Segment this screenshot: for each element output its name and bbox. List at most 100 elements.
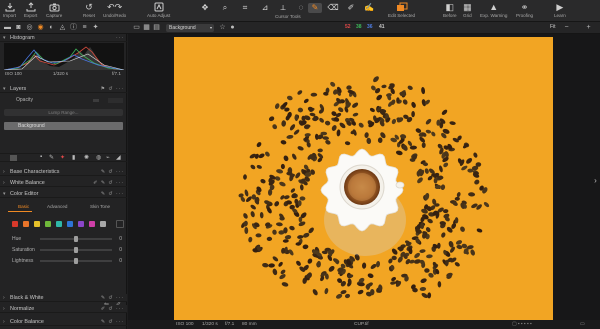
viewer-toolbar: ▬ ◙ ◎ ◉ ◐ ◬ ⓘ ≡ ✦ ▭ ▦ ▤ Background ▾ ☆ ●…	[0, 22, 600, 34]
layer-thumbnail-icon[interactable]	[10, 155, 17, 161]
base-characteristics-header[interactable]: › Base Characteristics ✎ ↺ ···	[0, 168, 127, 176]
tab-basic[interactable]: Basic	[18, 204, 29, 210]
annotate-tool[interactable]: ✍	[362, 3, 376, 13]
color-tag-icon[interactable]: ●	[228, 23, 237, 32]
import-label: Import	[3, 13, 17, 18]
coffee-bean	[244, 227, 249, 234]
coffee-bean	[339, 122, 346, 129]
color-swatch[interactable]	[78, 221, 84, 227]
spot-tool[interactable]: ◌	[294, 3, 308, 13]
filmstrip-icon[interactable]: ▭	[580, 320, 585, 329]
more-icon[interactable]: ···	[116, 34, 124, 42]
straighten-tool[interactable]: ⊿	[258, 3, 272, 13]
color-swatch[interactable]	[34, 221, 40, 227]
section-actions-icon[interactable]: ✎ ↺ ···	[101, 294, 124, 302]
folder-icon[interactable]: ▬	[3, 23, 12, 32]
styles-icon[interactable]: ✦	[91, 23, 100, 32]
coffee-bean	[283, 195, 290, 200]
slider-knob[interactable]	[74, 247, 78, 253]
variant-select[interactable]: Background ▾	[166, 23, 214, 32]
camera-icon[interactable]: ◙	[14, 23, 23, 32]
proofing-button[interactable]: ⚭ Proofing	[516, 1, 533, 19]
coffee-bean	[312, 289, 318, 296]
tab-advanced[interactable]: Advanced	[47, 204, 67, 210]
learn-icon: ▶	[556, 2, 564, 12]
undo-redo-button[interactable]: ↶↷ Undo/Redo	[103, 1, 126, 19]
multi-view-icon[interactable]: ▦	[142, 23, 151, 32]
background-layer-row[interactable]: Background	[4, 122, 123, 130]
color-balance-header[interactable]: › Color Balance ✎ ↺ ···	[0, 318, 127, 326]
erase-mask-tool[interactable]: ⌫	[326, 3, 340, 13]
tool-panel: ▾ Histogram ··· ISO 100 1/320 s f/7.1 ▾ …	[0, 34, 127, 329]
opacity-value-field[interactable]	[108, 98, 123, 103]
fill-mask-icon[interactable]: ⌁	[106, 154, 110, 161]
mask-brush-icon[interactable]: ✎	[49, 154, 54, 161]
black-white-header[interactable]: › Black & White ✎ ↺ ···	[0, 294, 127, 302]
section-actions-icon[interactable]: ✐ ↺ ···	[101, 305, 124, 313]
zoom-fit-label[interactable]: Fit	[550, 24, 556, 31]
before-button[interactable]: ◧ Before	[443, 1, 457, 19]
section-actions-icon[interactable]: ✐ ✎ ↺ ···	[93, 179, 124, 187]
zoom-tool[interactable]: ⌕	[218, 3, 232, 13]
chevron-right-icon[interactable]: ›	[591, 176, 600, 186]
exposure-warning-button[interactable]: ▲ Exp. Warning	[480, 1, 507, 19]
color-swatch[interactable]	[12, 221, 18, 227]
refine-mask-icon[interactable]: ◍	[96, 154, 101, 161]
lens-icon[interactable]: ◎	[25, 23, 34, 32]
clear-mask-icon[interactable]: ◢	[116, 154, 121, 161]
lump-range-button[interactable]: Lump Range...	[4, 109, 123, 116]
browser-dots-icon[interactable]: ▢ ▪ ▪ ▪ ▪ ▪	[512, 320, 532, 329]
capture-button[interactable]: Capture	[46, 1, 62, 19]
export-button[interactable]: Export	[24, 1, 37, 19]
batch-icon[interactable]: ≡	[80, 23, 89, 32]
histogram-header[interactable]: ▾ Histogram ···	[0, 34, 127, 42]
radial-mask-icon[interactable]: ✺	[84, 154, 89, 161]
draw-mask-tool[interactable]: ✎	[308, 3, 322, 13]
exposure-icon[interactable]: ◐	[47, 23, 56, 32]
photo-canvas[interactable]	[174, 37, 553, 320]
section-actions-icon[interactable]: ✎ ↺ ···	[101, 168, 124, 176]
color-range-icon[interactable]: ✦	[60, 154, 65, 161]
edit-selected-button[interactable]: Edit Selected	[388, 1, 415, 19]
info-icon[interactable]: ▤	[152, 23, 161, 32]
crop-tool[interactable]: ⌗	[238, 3, 252, 13]
zoom-out-icon[interactable]: −	[562, 23, 571, 32]
keystone-tool[interactable]: ⟂	[276, 3, 290, 13]
import-button[interactable]: Import	[3, 1, 16, 19]
slider-knob[interactable]	[74, 236, 78, 242]
color-editor-header[interactable]: ▾ Color Editor ✎ ↺ ···	[0, 190, 127, 198]
gradient-mask-icon[interactable]: ▮	[72, 154, 75, 161]
auto-adjust-button[interactable]: Auto Adjust	[147, 1, 170, 19]
color-swatch[interactable]	[45, 221, 51, 227]
coffee-bean	[303, 232, 310, 238]
metadata-icon[interactable]: ⓘ	[69, 23, 78, 32]
detail-icon[interactable]: ◬	[58, 23, 67, 32]
layers-header[interactable]: ▾ Layers ⚑ ↺ ···	[0, 85, 127, 93]
color-swatch[interactable]	[100, 221, 106, 227]
pan-tool[interactable]: ✥	[198, 3, 212, 13]
single-view-icon[interactable]: ▭	[132, 23, 141, 32]
star-icon[interactable]: ☆	[218, 23, 227, 32]
tab-skin-tone[interactable]: Skin Tone	[90, 204, 110, 210]
section-actions-icon[interactable]: ✎ ↺ ···	[101, 190, 124, 198]
zoom-in-icon[interactable]: +	[584, 23, 593, 32]
color-swatch[interactable]	[23, 221, 29, 227]
adjustments-icon[interactable]: ◉	[36, 23, 45, 32]
coffee-bean	[476, 228, 483, 233]
white-balance-header[interactable]: › White Balance ✐ ✎ ↺ ···	[0, 179, 127, 187]
learn-button[interactable]: ▶ Learn	[554, 1, 566, 19]
reset-button[interactable]: ↺ Reset	[83, 1, 95, 19]
color-swatch[interactable]	[56, 221, 62, 227]
coffee-bean	[473, 152, 478, 158]
opacity-slider[interactable]	[93, 99, 99, 102]
color-swatch[interactable]	[67, 221, 73, 227]
normalize-header[interactable]: › Normalize ✐ ↺ ···	[0, 305, 127, 313]
picker-tool[interactable]: ✐	[344, 3, 358, 13]
color-picker-swatch[interactable]	[116, 220, 124, 228]
add-layer-icon[interactable]: ▪	[40, 154, 42, 160]
color-swatch[interactable]	[89, 221, 95, 227]
slider-knob[interactable]	[74, 258, 78, 264]
grid-button[interactable]: ▦ Grid	[463, 1, 472, 19]
section-actions-icon[interactable]: ✎ ↺ ···	[101, 318, 124, 326]
layers-actions-icon[interactable]: ⚑ ↺ ···	[101, 85, 124, 93]
